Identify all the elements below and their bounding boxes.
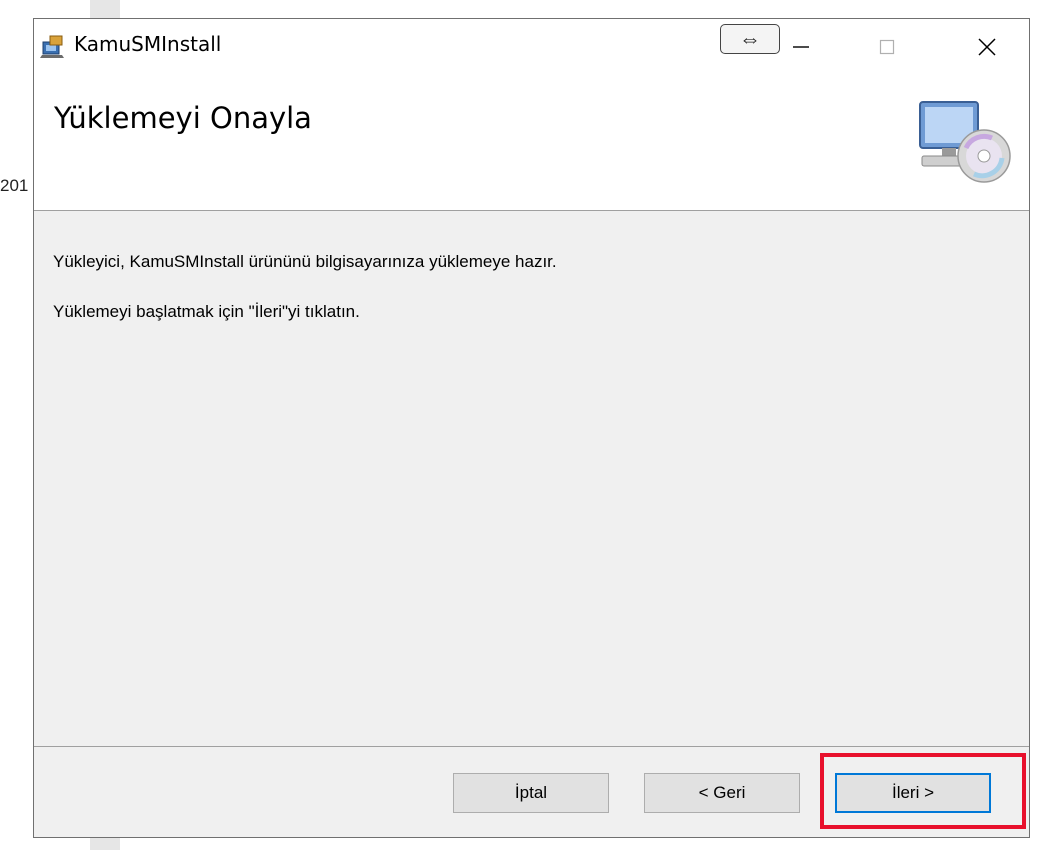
snap-arrows-icon: ⇔ [739,26,761,51]
next-button[interactable]: İleri > [835,773,991,813]
close-icon [978,38,996,56]
page-title: Yüklemeyi Onayla [54,101,312,135]
installer-app-icon [40,35,64,58]
wizard-content: Yükleyici, KamuSMInstall ürününü bilgisa… [34,211,1029,746]
instruction-message: Yüklemeyi başlatmak için "İleri"yi tıkla… [53,302,360,321]
maximize-button[interactable] [864,29,910,65]
minimize-button[interactable] [778,29,824,65]
minimize-icon [793,46,809,48]
wizard-header: Yüklemeyi Onayla [34,74,1029,211]
close-button[interactable] [964,29,1010,65]
title-bar[interactable]: KamuSMInstall ⇔ [34,19,1029,74]
maximize-icon [879,39,895,55]
computer-cd-icon [919,101,1011,183]
installer-window: KamuSMInstall ⇔ Yüklemeyi Onayla Yükleyi… [33,18,1030,838]
snap-layout-button[interactable]: ⇔ [720,24,780,54]
back-button[interactable]: < Geri [644,773,800,813]
cancel-button[interactable]: İptal [453,773,609,813]
ready-message: Yükleyici, KamuSMInstall ürününü bilgisa… [53,252,557,271]
wizard-footer: İptal < Geri İleri > [34,746,1029,837]
background-partial-text: 201 [0,176,29,195]
window-title: KamuSMInstall [74,32,222,56]
